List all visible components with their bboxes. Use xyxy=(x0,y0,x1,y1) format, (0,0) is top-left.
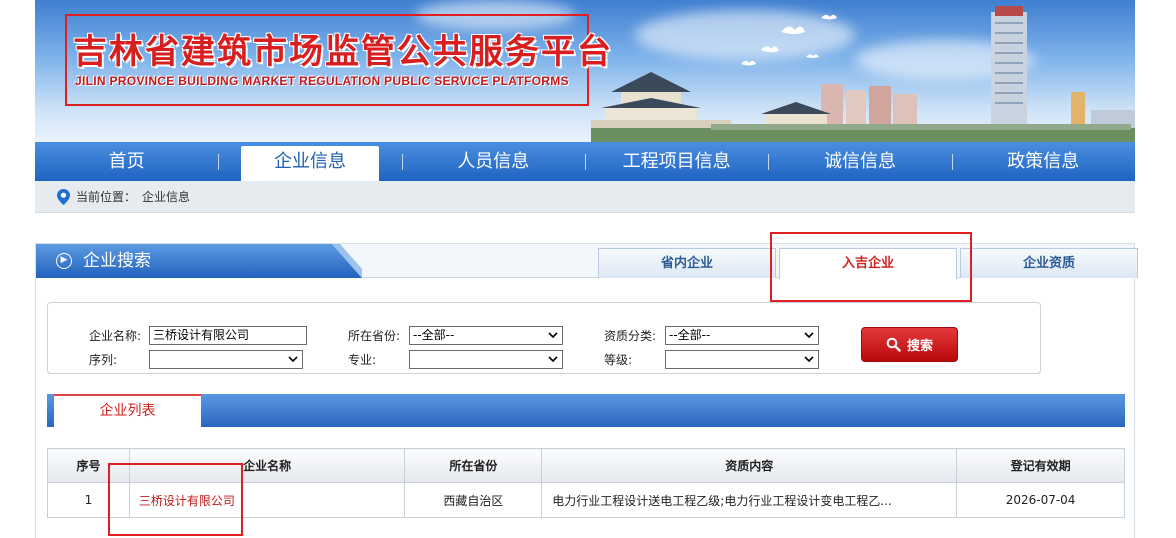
nav-policy-info[interactable]: 政策信息 xyxy=(951,142,1135,181)
enterprise-name-label: 企业名称: xyxy=(89,329,142,343)
sequence-label: 序列: xyxy=(89,353,118,367)
nav-label: 政策信息 xyxy=(1007,151,1080,172)
chevron-down-icon xyxy=(548,356,558,363)
site-logo-title: 吉林省建筑市场监管公共服务平台 JILIN PROVINCE BUILDING … xyxy=(65,14,611,106)
row-qualification: 电力行业工程设计送电工程乙级;电力行业工程设计变电工程乙... xyxy=(541,482,958,518)
panel-title-bar: ▶ 企业搜索 xyxy=(36,244,362,278)
site-title-en: JILIN PROVINCE BUILDING MARKET REGULATIO… xyxy=(75,74,569,88)
panel-title: 企业搜索 xyxy=(83,251,151,271)
location-pin-icon xyxy=(57,188,70,205)
chevron-down-icon xyxy=(288,356,298,363)
column-header-name: 企业名称 xyxy=(128,448,406,483)
qualification-category-select[interactable]: --全部-- xyxy=(665,326,819,345)
qualification-category-label: 资质分类: xyxy=(604,329,657,343)
breadcrumb-prefix: 当前位置： xyxy=(76,190,137,204)
nav-label: 工程项目信息 xyxy=(622,151,731,172)
major-select[interactable] xyxy=(409,350,563,369)
header-banner: 吉林省建筑市场监管公共服务平台 JILIN PROVINCE BUILDING … xyxy=(35,0,1135,142)
arrow-circle-icon: ▶ xyxy=(56,253,72,269)
tab-enterprise-qualification[interactable]: 企业资质 xyxy=(960,248,1138,278)
panel-header: ▶ 企业搜索 省内企业 入吉企业 企业资质 xyxy=(36,244,1138,279)
column-header-province: 所在省份 xyxy=(404,448,543,483)
nav-project-info[interactable]: 工程项目信息 xyxy=(584,142,768,181)
enterprise-name-link[interactable]: 三桥设计有限公司 xyxy=(128,482,406,518)
nav-label: 首页 xyxy=(108,151,145,172)
search-icon xyxy=(886,337,901,352)
list-header-bar: 企业列表 xyxy=(47,394,1125,427)
column-header-qualification: 资质内容 xyxy=(541,448,958,483)
enterprise-tabs: 省内企业 入吉企业 企业资质 xyxy=(598,248,1141,279)
nav-label: 人员信息 xyxy=(457,151,530,172)
nav-home[interactable]: 首页 xyxy=(35,142,218,181)
search-form: 企业名称: 三桥设计有限公司 所在省份: --全部-- 资质分类: --全部--… xyxy=(47,302,1041,374)
tab-local-enterprise[interactable]: 省内企业 xyxy=(598,248,776,278)
enterprise-name-input[interactable]: 三桥设计有限公司 xyxy=(149,326,307,345)
skyline-image xyxy=(591,6,1135,142)
tab-entry-enterprise[interactable]: 入吉企业 xyxy=(779,248,957,279)
row-valid-until: 2026-07-04 xyxy=(956,482,1125,518)
nav-label: 诚信信息 xyxy=(823,151,896,172)
column-header-valid-until: 登记有效期 xyxy=(956,448,1125,483)
main-nav: 首页 企业信息 人员信息 工程项目信息 诚信信息 政策信息 xyxy=(35,142,1135,181)
nav-personnel-info[interactable]: 人员信息 xyxy=(401,142,585,181)
row-province: 西藏自治区 xyxy=(404,482,543,518)
category-select-value: --全部-- xyxy=(669,328,711,342)
results-table: 序号 企业名称 所在省份 资质内容 登记有效期 1 三桥设计有限公司 西藏自治区… xyxy=(47,448,1125,518)
search-button[interactable]: 搜索 xyxy=(861,327,958,362)
nav-credit-info[interactable]: 诚信信息 xyxy=(768,142,951,181)
chevron-down-icon xyxy=(804,356,814,363)
nav-enterprise-info[interactable]: 企业信息 xyxy=(218,142,401,181)
breadcrumb: 当前位置： 企业信息 xyxy=(35,181,1135,213)
grade-label: 等级: xyxy=(604,353,633,367)
dove-icon xyxy=(741,14,837,66)
breadcrumb-current[interactable]: 企业信息 xyxy=(142,188,190,205)
table-header-row: 序号 企业名称 所在省份 资质内容 登记有效期 xyxy=(47,448,1125,483)
sequence-select[interactable] xyxy=(149,350,303,369)
major-label: 专业: xyxy=(348,353,377,367)
table-row: 1 三桥设计有限公司 西藏自治区 电力行业工程设计送电工程乙级;电力行业工程设计… xyxy=(47,482,1125,518)
row-index: 1 xyxy=(47,482,130,518)
province-select[interactable]: --全部-- xyxy=(409,326,563,345)
grade-select[interactable] xyxy=(665,350,819,369)
enterprise-search-panel: ▶ 企业搜索 省内企业 入吉企业 企业资质 企业名称: 三桥设计有限公司 所在省… xyxy=(35,243,1138,538)
tab-enterprise-list[interactable]: 企业列表 xyxy=(54,394,201,427)
province-label: 所在省份: xyxy=(348,329,401,343)
site-title-cn: 吉林省建筑市场监管公共服务平台 xyxy=(73,32,613,72)
chevron-down-icon xyxy=(548,332,558,339)
column-header-index: 序号 xyxy=(47,448,130,483)
province-select-value: --全部-- xyxy=(413,328,455,342)
search-button-label: 搜索 xyxy=(906,339,933,354)
nav-label: 企业信息 xyxy=(273,151,346,172)
chevron-down-icon xyxy=(804,332,814,339)
